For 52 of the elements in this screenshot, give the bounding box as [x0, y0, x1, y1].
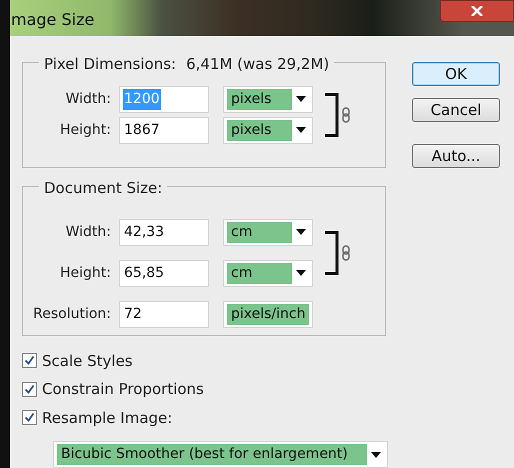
unit-dropdown[interactable]: pixels/inch	[223, 300, 313, 328]
dropdown-caret-icon	[296, 229, 306, 235]
value-field[interactable]: 72	[119, 300, 209, 328]
field-label: Width:	[64, 222, 112, 242]
dialog-button[interactable]: OK	[412, 62, 500, 86]
field-value: 42,33	[123, 222, 166, 242]
chain-link-icon	[342, 244, 350, 260]
group-title: Pixel Dimensions:	[44, 54, 176, 74]
dialog-button[interactable]: Auto...	[412, 144, 500, 168]
checkbox-label: Resample Image:	[42, 408, 172, 428]
close-button[interactable]	[440, 0, 514, 22]
value-field[interactable]: 65,85	[119, 260, 209, 286]
unit-dropdown[interactable]: pixels	[223, 86, 313, 112]
check-icon	[24, 412, 35, 424]
value-field[interactable]: 42,33	[119, 218, 209, 246]
dropdown-caret-icon	[296, 96, 306, 102]
field-value: 72	[123, 304, 143, 324]
link-bracket-icon	[325, 230, 339, 274]
field-label: Width:	[64, 90, 112, 108]
field-label: Resolution:	[32, 304, 112, 324]
checkbox-label: Constrain Proportions	[42, 379, 204, 400]
field-value: 65,85	[123, 264, 166, 282]
check-icon	[24, 384, 35, 395]
dropdown-caret-icon	[296, 270, 306, 276]
window-title: mage Size	[11, 9, 94, 31]
dropdown-caret-icon	[371, 452, 381, 458]
field-label: Height:	[59, 264, 112, 282]
selected-text: 1867	[123, 120, 161, 140]
checkbox[interactable]	[22, 382, 37, 397]
unit-dropdown[interactable]: pixels	[223, 116, 313, 144]
checkbox[interactable]	[22, 410, 37, 426]
check-icon	[24, 355, 35, 366]
checkbox-label: Scale Styles	[42, 350, 133, 372]
selected-text: 1200	[123, 88, 161, 110]
dropdown-value: pixels	[227, 120, 292, 140]
dropdown-value: pixels	[227, 88, 292, 110]
link-bracket-icon	[325, 92, 339, 136]
value-field[interactable]: 1867	[119, 116, 209, 144]
unit-dropdown[interactable]: cm	[223, 260, 313, 286]
dropdown-value: Bicubic Smoother (best for enlargement)	[57, 444, 367, 465]
unit-dropdown[interactable]: Bicubic Smoother (best for enlargement)	[53, 441, 388, 468]
close-icon	[471, 6, 483, 16]
dropdown-value: cm	[227, 222, 292, 242]
dropdown-value: pixels/inch	[227, 304, 310, 324]
dropdown-value: cm	[227, 262, 292, 284]
chain-link-icon	[342, 106, 350, 122]
dialog-button[interactable]: Cancel	[412, 98, 500, 122]
checkbox[interactable]	[22, 353, 37, 368]
pixel-size-text: 6,41M (was 29,2M)	[186, 54, 330, 74]
field-label: Height:	[59, 120, 112, 140]
dropdown-caret-icon	[296, 127, 306, 133]
unit-dropdown[interactable]: cm	[223, 218, 313, 246]
